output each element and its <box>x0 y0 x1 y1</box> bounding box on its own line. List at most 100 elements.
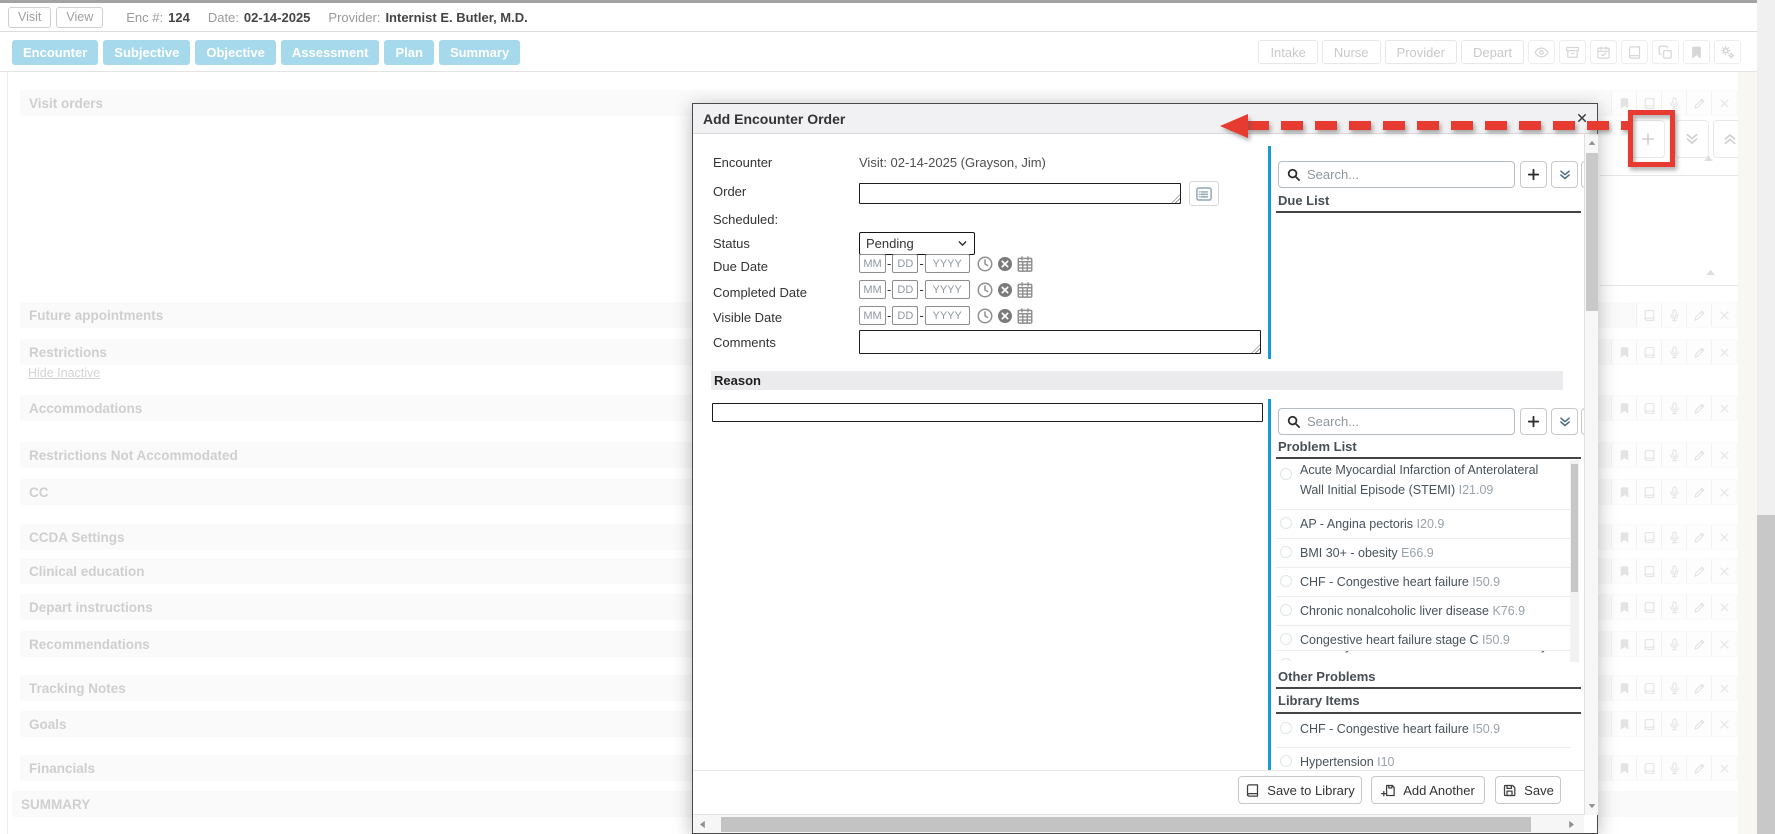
microphone-button[interactable] <box>1661 559 1686 583</box>
visit-button[interactable]: Visit <box>8 7 51 28</box>
book-button[interactable] <box>1636 676 1661 700</box>
pencil-button[interactable] <box>1686 91 1711 115</box>
dialog-hscrollbar-thumb[interactable] <box>721 817 1531 832</box>
pencil-button[interactable] <box>1686 676 1711 700</box>
bookmark-button[interactable] <box>1611 676 1636 700</box>
bookmark-button[interactable] <box>1611 340 1636 364</box>
book-button[interactable] <box>1636 396 1661 420</box>
microphone-button[interactable] <box>1661 632 1686 656</box>
book-button[interactable] <box>1636 595 1661 619</box>
tab-assessment[interactable]: Assessment <box>281 40 380 65</box>
save-to-library-button[interactable]: Save to Library <box>1238 776 1362 804</box>
book-button[interactable] <box>1636 303 1661 327</box>
pencil-button[interactable] <box>1686 303 1711 327</box>
completed-date-month[interactable] <box>859 280 886 299</box>
bookmark-button[interactable] <box>1611 396 1636 420</box>
tab-subjective[interactable]: Subjective <box>103 40 190 65</box>
tab-objective[interactable]: Objective <box>195 40 276 65</box>
library-item-radio[interactable] <box>1280 755 1292 767</box>
microphone-button[interactable] <box>1661 443 1686 467</box>
x-button[interactable] <box>1711 632 1736 656</box>
problem-item[interactable]: Acute Myocardial Infarction of Anterolat… <box>1276 460 1552 506</box>
completed-date-year[interactable] <box>925 280 970 299</box>
dialog-horizontal-scrollbar[interactable] <box>693 814 1584 833</box>
problem-item[interactable]: BMI 30+ - obesity E66.9 <box>1276 539 1552 567</box>
microphone-button[interactable] <box>1661 396 1686 420</box>
pencil-button[interactable] <box>1686 756 1711 780</box>
pencil-button[interactable] <box>1686 480 1711 504</box>
microphone-button[interactable] <box>1661 712 1686 736</box>
pencil-button[interactable] <box>1686 595 1711 619</box>
scroll-right-icon[interactable] <box>1566 819 1577 830</box>
pencil-button[interactable] <box>1686 396 1711 420</box>
problem-radio[interactable] <box>1280 517 1292 529</box>
x-button[interactable] <box>1711 396 1736 420</box>
tab-encounter[interactable]: Encounter <box>12 40 98 65</box>
clear-date-icon[interactable] <box>997 256 1013 272</box>
bookmark-button[interactable] <box>1611 525 1636 549</box>
dialog-vertical-scrollbar[interactable] <box>1584 134 1598 815</box>
calendar-icon[interactable] <box>1016 255 1034 273</box>
problem-item[interactable]: Chronic nonalcoholic liver disease K76.9 <box>1276 597 1552 625</box>
x-button[interactable] <box>1711 480 1736 504</box>
book-button[interactable] <box>1636 712 1661 736</box>
due-date-year[interactable] <box>925 254 970 273</box>
clock-icon[interactable] <box>976 255 994 273</box>
bookmark-button[interactable] <box>1611 632 1636 656</box>
clear-date-icon[interactable] <box>997 308 1013 324</box>
gears-button[interactable] <box>1714 40 1741 64</box>
due-date-day[interactable] <box>892 254 918 273</box>
page-scrollbar-thumb[interactable] <box>1757 515 1775 834</box>
pencil-button[interactable] <box>1686 632 1711 656</box>
hide-inactive-link[interactable]: Hide Inactive <box>28 366 100 380</box>
pencil-button[interactable] <box>1686 443 1711 467</box>
tab-summary[interactable]: Summary <box>439 40 520 65</box>
problem-search-input[interactable] <box>1307 414 1497 429</box>
bookmark-button[interactable] <box>1611 443 1636 467</box>
clock-icon[interactable] <box>976 281 994 299</box>
pencil-button[interactable] <box>1686 525 1711 549</box>
problem-list-scrollbar[interactable] <box>1570 460 1579 662</box>
triangle-up-icon[interactable] <box>1702 152 1715 165</box>
x-button[interactable] <box>1711 595 1736 619</box>
book-button[interactable] <box>1621 40 1648 64</box>
scroll-up-icon[interactable] <box>1587 138 1597 148</box>
triangle-up-icon[interactable] <box>1704 266 1717 279</box>
problem-add-button[interactable] <box>1520 408 1547 435</box>
pencil-button[interactable] <box>1686 340 1711 364</box>
view-button[interactable]: View <box>56 7 103 28</box>
archive-button[interactable] <box>1559 40 1586 64</box>
microphone-button[interactable] <box>1661 676 1686 700</box>
book-button[interactable] <box>1636 559 1661 583</box>
clock-icon[interactable] <box>976 307 994 325</box>
x-button[interactable] <box>1711 91 1736 115</box>
x-button[interactable] <box>1711 443 1736 467</box>
x-button[interactable] <box>1711 340 1736 364</box>
due-expand-button[interactable] <box>1551 161 1578 188</box>
add-another-button[interactable]: Add Another <box>1371 776 1485 804</box>
scroll-down-icon[interactable] <box>1587 801 1597 811</box>
book-button[interactable] <box>1636 632 1661 656</box>
save-button[interactable]: Save <box>1495 776 1561 804</box>
microphone-button[interactable] <box>1661 303 1686 327</box>
problem-radio[interactable] <box>1280 633 1292 645</box>
order-resize-grip[interactable] <box>1171 194 1180 203</box>
pencil-button[interactable] <box>1686 559 1711 583</box>
due-search-input[interactable] <box>1307 167 1497 182</box>
stage-button-depart[interactable]: Depart <box>1461 40 1524 64</box>
problem-item[interactable]: Coronary Atherosclerosis of Native Coron… <box>1276 651 1552 661</box>
library-item[interactable]: CHF - Congestive heart failure I50.9 <box>1276 715 1552 743</box>
problem-radio[interactable] <box>1280 468 1292 480</box>
calendar-icon[interactable] <box>1016 307 1034 325</box>
problem-radio[interactable] <box>1280 546 1292 558</box>
problem-radio[interactable] <box>1280 658 1292 661</box>
eye-button[interactable] <box>1528 40 1555 64</box>
due-add-button[interactable] <box>1520 161 1547 188</box>
reason-input[interactable] <box>712 403 1263 422</box>
due-date-month[interactable] <box>859 254 886 273</box>
comments-input[interactable] <box>859 330 1261 354</box>
clear-date-icon[interactable] <box>997 282 1013 298</box>
x-button[interactable] <box>1711 712 1736 736</box>
bookmark-button[interactable] <box>1611 756 1636 780</box>
microphone-button[interactable] <box>1661 525 1686 549</box>
